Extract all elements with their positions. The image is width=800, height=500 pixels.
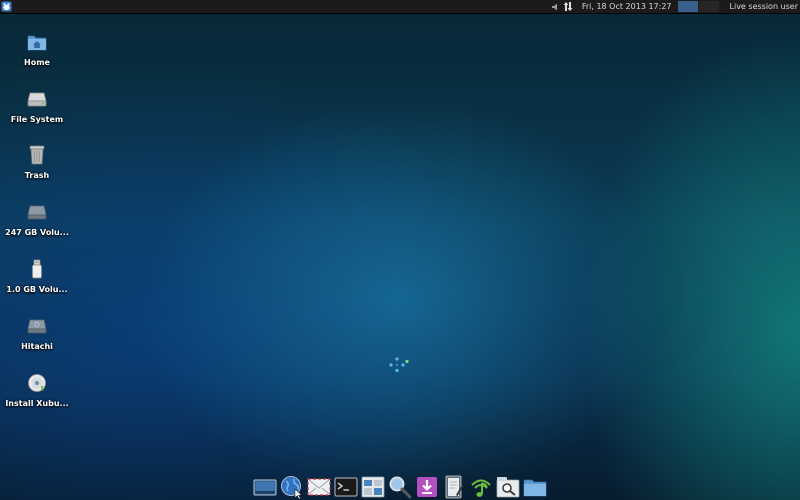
trash-icon: [26, 144, 48, 166]
search-icon[interactable]: [387, 474, 413, 500]
cd-installer-icon: [26, 372, 48, 394]
xfce-menu-button[interactable]: [0, 0, 13, 13]
desktop-icon-hitachi[interactable]: Hitachi: [0, 315, 74, 365]
desktop-icon-1gb-volume[interactable]: 1.0 GB Volu...: [0, 258, 74, 308]
show-desktop-icon[interactable]: [252, 474, 278, 500]
clock[interactable]: Fri, 18 Oct 2013 17:27: [582, 2, 672, 11]
loading-spinner: [387, 355, 411, 375]
usb-drive-icon: [26, 258, 48, 280]
software-center-icon[interactable]: [414, 474, 440, 500]
desktop-icon-label: 1.0 GB Volu...: [6, 285, 68, 294]
harddisk-icon: [26, 315, 48, 337]
desktop-icon-install-xubuntu[interactable]: Install Xubu...: [0, 372, 74, 422]
drive-icon: [26, 88, 48, 110]
web-browser-icon[interactable]: [279, 474, 305, 500]
workspace-switcher[interactable]: [677, 1, 720, 12]
workspace-1[interactable]: [677, 1, 698, 12]
desktop-icon-home[interactable]: Home: [0, 31, 74, 81]
dock: [252, 474, 548, 500]
desktop-icon-247gb-volume[interactable]: 247 GB Volu...: [0, 201, 74, 251]
settings-manager-icon[interactable]: [360, 474, 386, 500]
desktop-icon-trash[interactable]: Trash: [0, 144, 74, 194]
file-manager-icon[interactable]: [522, 474, 548, 500]
text-editor-icon[interactable]: [441, 474, 467, 500]
desktop-icon-label: Home: [24, 58, 50, 67]
desktop-icon-label: Trash: [24, 171, 50, 180]
desktop-icon-label: Install Xubu...: [5, 399, 69, 408]
desktop[interactable]: Fri, 18 Oct 2013 17:27 Live session user…: [0, 0, 800, 500]
desktop-icon-label: File System: [10, 115, 64, 124]
music-player-icon[interactable]: [468, 474, 494, 500]
xfce-mouse-icon: [1, 1, 12, 12]
volume-icon[interactable]: [550, 0, 562, 13]
desktop-icon-label: Hitachi: [21, 342, 53, 351]
mail-icon[interactable]: [306, 474, 332, 500]
user-menu[interactable]: Live session user: [730, 2, 798, 11]
app-finder-icon[interactable]: [495, 474, 521, 500]
desktop-icon-label: 247 GB Volu...: [5, 228, 69, 237]
home-folder-icon: [26, 31, 48, 53]
top-panel: Fri, 18 Oct 2013 17:27 Live session user: [0, 0, 800, 14]
terminal-icon[interactable]: [333, 474, 359, 500]
network-updown-icon[interactable]: [562, 0, 574, 13]
harddisk-icon: [26, 201, 48, 223]
workspace-2[interactable]: [698, 1, 719, 12]
desktop-icon-file-system[interactable]: File System: [0, 88, 74, 138]
